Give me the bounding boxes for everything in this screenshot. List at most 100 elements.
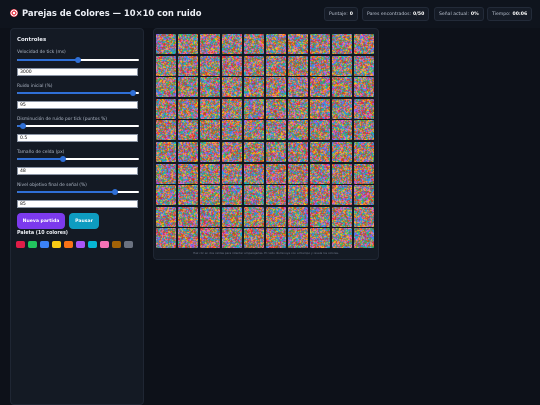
grid-cell[interactable]	[310, 77, 330, 98]
grid-cell[interactable]	[244, 55, 264, 76]
grid-cell[interactable]	[288, 77, 308, 98]
grid-cell[interactable]	[178, 206, 198, 227]
grid-cell[interactable]	[178, 77, 198, 98]
grid-cell[interactable]	[244, 228, 264, 249]
grid-cell[interactable]	[266, 120, 286, 141]
grid-cell[interactable]	[332, 34, 352, 54]
grid-cell[interactable]	[200, 98, 220, 119]
grid-cell[interactable]	[156, 34, 176, 54]
grid-cell[interactable]	[244, 98, 264, 119]
grid-cell[interactable]	[244, 206, 264, 227]
slider-thumb[interactable]	[111, 189, 118, 195]
noise-decrease-slider[interactable]	[17, 123, 139, 129]
grid-cell[interactable]	[178, 34, 198, 54]
grid-cell[interactable]	[354, 206, 374, 227]
final-signal-slider[interactable]	[17, 189, 139, 195]
grid-cell[interactable]	[266, 77, 286, 98]
grid-cell[interactable]	[200, 206, 220, 227]
grid-cell[interactable]	[156, 55, 176, 76]
grid-cell[interactable]	[200, 77, 220, 98]
grid-cell[interactable]	[266, 185, 286, 206]
slider-thumb[interactable]	[129, 90, 136, 96]
grid-cell[interactable]	[354, 34, 374, 54]
grid-cell[interactable]	[222, 98, 242, 119]
grid-cell[interactable]	[156, 228, 176, 249]
grid-cell[interactable]	[200, 228, 220, 249]
grid-cell[interactable]	[354, 185, 374, 206]
slider-thumb[interactable]	[60, 156, 67, 162]
grid-cell[interactable]	[178, 163, 198, 184]
grid-cell[interactable]	[332, 185, 352, 206]
grid-cell[interactable]	[332, 55, 352, 76]
grid-cell[interactable]	[332, 228, 352, 249]
grid-cell[interactable]	[266, 206, 286, 227]
grid-cell[interactable]	[288, 55, 308, 76]
grid-cell[interactable]	[354, 55, 374, 76]
grid-cell[interactable]	[222, 142, 242, 162]
pause-button[interactable]: Pausar	[69, 213, 99, 229]
grid-cell[interactable]	[178, 228, 198, 249]
grid-cell[interactable]	[266, 98, 286, 119]
slider-thumb[interactable]	[75, 57, 81, 63]
grid-cell[interactable]	[200, 55, 220, 76]
grid-cell[interactable]	[310, 34, 330, 54]
final-signal-input[interactable]: 85	[17, 200, 138, 208]
grid-cell[interactable]	[288, 98, 308, 119]
grid-cell[interactable]	[222, 163, 242, 184]
grid-cell[interactable]	[288, 185, 308, 206]
grid-cell[interactable]	[222, 34, 242, 54]
grid-cell[interactable]	[266, 228, 286, 249]
grid-cell[interactable]	[200, 142, 220, 162]
grid-cell[interactable]	[178, 142, 198, 162]
grid-cell[interactable]	[222, 55, 242, 76]
grid-cell[interactable]	[200, 163, 220, 184]
grid-cell[interactable]	[310, 55, 330, 76]
grid-cell[interactable]	[156, 120, 176, 141]
grid-cell[interactable]	[222, 228, 242, 249]
grid-cell[interactable]	[178, 185, 198, 206]
grid-cell[interactable]	[310, 142, 330, 162]
tick-speed-input[interactable]: 3000	[17, 68, 138, 76]
grid-cell[interactable]	[200, 185, 220, 206]
grid-cell[interactable]	[354, 120, 374, 141]
grid-cell[interactable]	[244, 163, 264, 184]
grid-cell[interactable]	[244, 34, 264, 54]
grid-cell[interactable]	[310, 185, 330, 206]
grid-cell[interactable]	[222, 206, 242, 227]
grid-cell[interactable]	[222, 185, 242, 206]
grid-cell[interactable]	[354, 163, 374, 184]
grid-cell[interactable]	[354, 77, 374, 98]
cell-size-input[interactable]: 48	[17, 167, 138, 175]
grid-cell[interactable]	[244, 142, 264, 162]
grid-cell[interactable]	[156, 206, 176, 227]
tick-speed-slider[interactable]	[17, 57, 139, 63]
grid-cell[interactable]	[310, 120, 330, 141]
grid-cell[interactable]	[288, 142, 308, 162]
grid-cell[interactable]	[266, 34, 286, 54]
slider-thumb[interactable]	[20, 123, 27, 129]
cell-size-slider[interactable]	[17, 156, 139, 162]
grid-cell[interactable]	[310, 98, 330, 119]
grid-cell[interactable]	[266, 142, 286, 162]
grid-cell[interactable]	[244, 77, 264, 98]
grid-cell[interactable]	[332, 98, 352, 119]
grid-cell[interactable]	[288, 163, 308, 184]
grid-cell[interactable]	[310, 206, 330, 227]
grid-cell[interactable]	[310, 163, 330, 184]
grid-cell[interactable]	[288, 228, 308, 249]
grid-cell[interactable]	[200, 120, 220, 141]
grid-cell[interactable]	[244, 120, 264, 141]
grid-cell[interactable]	[178, 98, 198, 119]
grid-cell[interactable]	[156, 98, 176, 119]
grid-cell[interactable]	[332, 206, 352, 227]
grid-cell[interactable]	[288, 34, 308, 54]
grid-cell[interactable]	[156, 77, 176, 98]
new-game-button[interactable]: Nueva partida	[17, 213, 65, 229]
grid-cell[interactable]	[332, 77, 352, 98]
grid-cell[interactable]	[354, 142, 374, 162]
grid-cell[interactable]	[178, 55, 198, 76]
grid-cell[interactable]	[156, 185, 176, 206]
grid-cell[interactable]	[332, 120, 352, 141]
grid-cell[interactable]	[310, 228, 330, 249]
grid-cell[interactable]	[200, 34, 220, 54]
